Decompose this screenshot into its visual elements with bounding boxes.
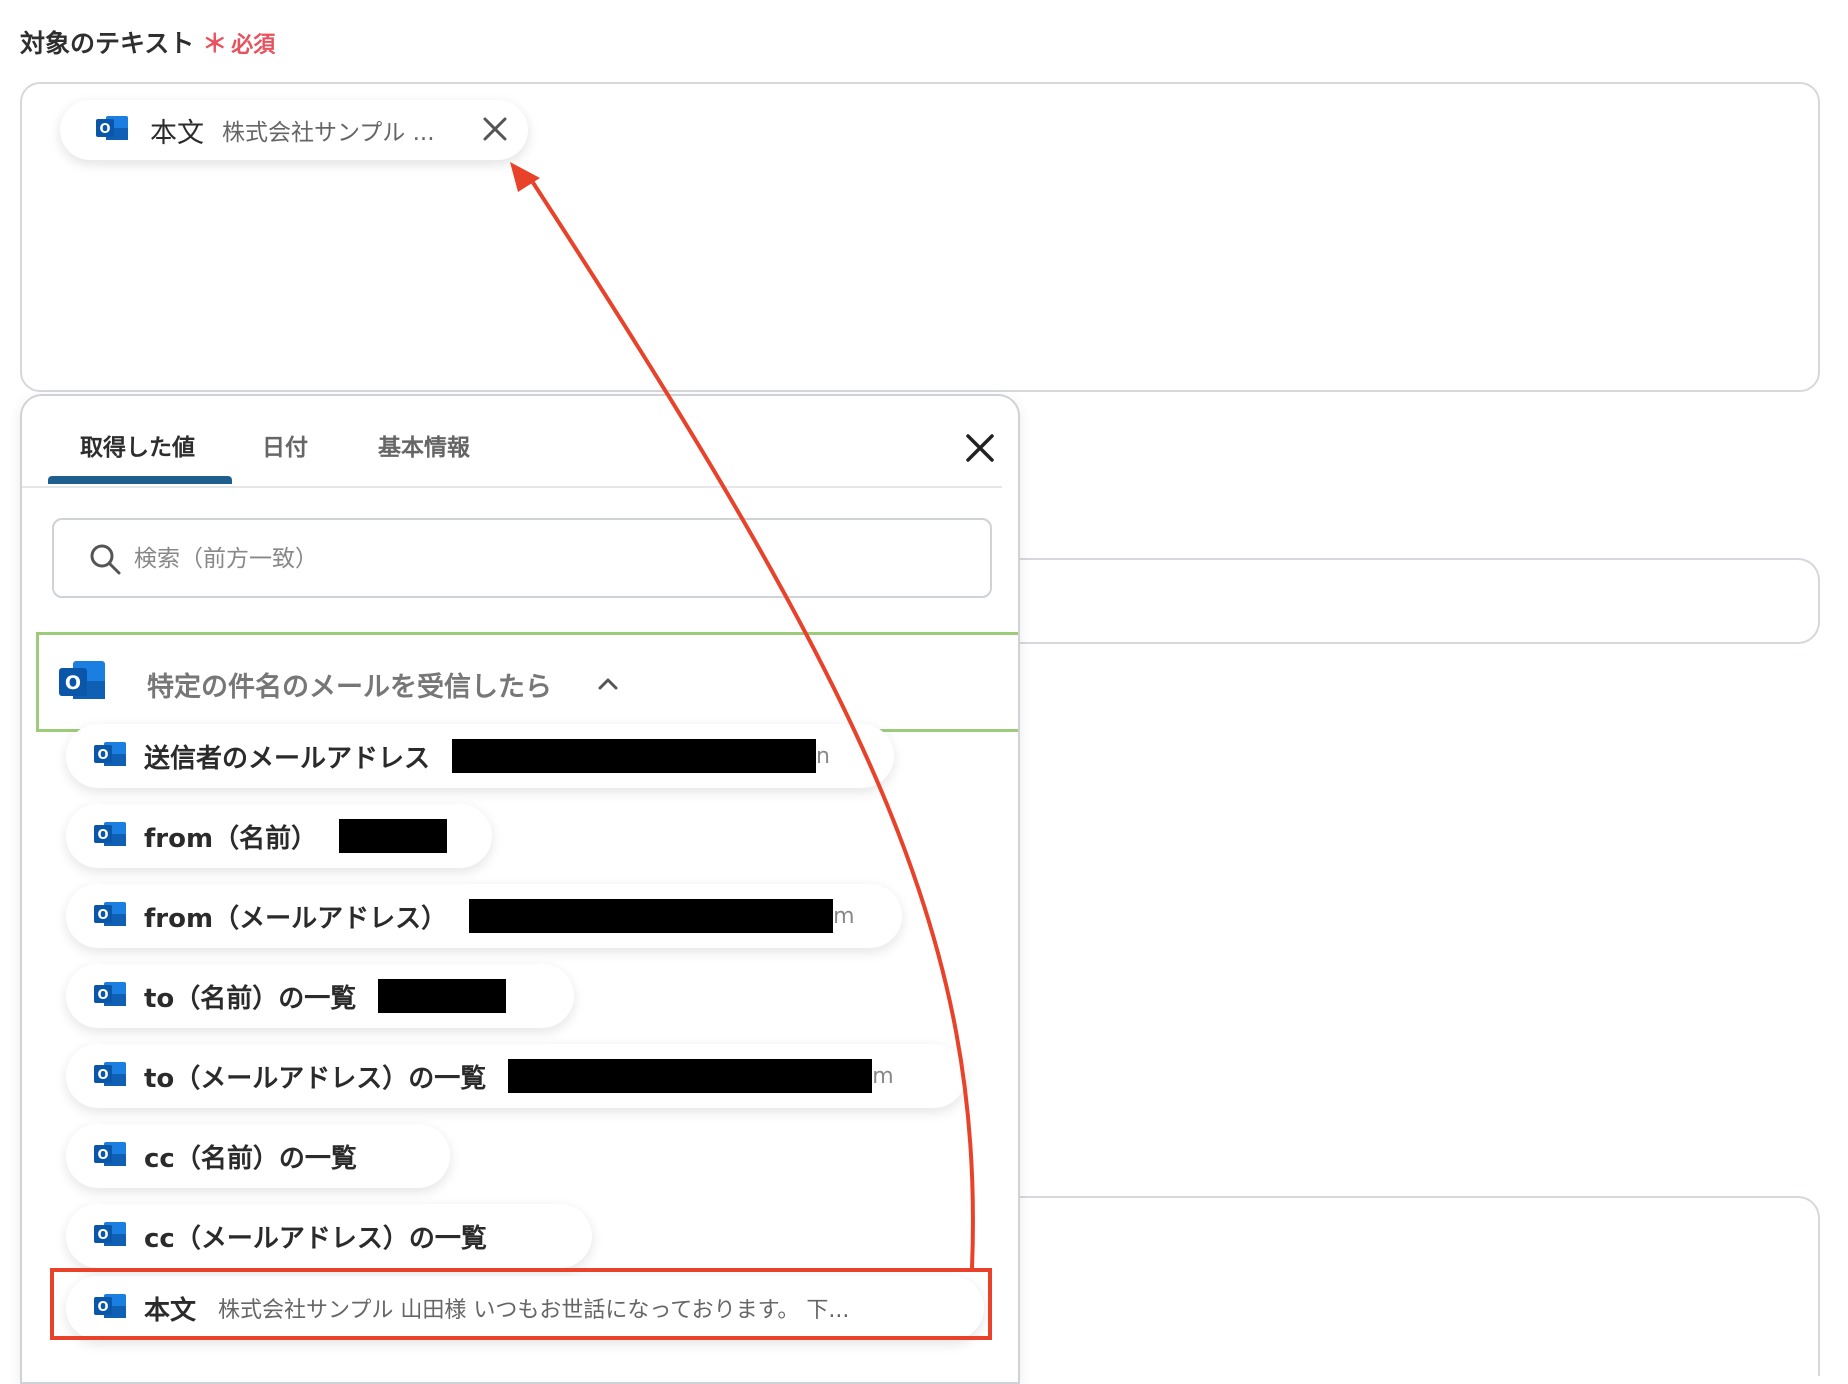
background-field[interactable] [1010,1196,1820,1376]
svg-text:O: O [99,122,110,137]
search-box[interactable] [52,518,992,598]
tab-retrieved-values[interactable]: 取得した値 [80,428,195,462]
chevron-up-icon[interactable] [595,671,621,697]
highlight-box [50,1268,992,1340]
item-label: cc（名前）の一覧 [144,1143,357,1174]
outlook-icon: O [94,819,128,853]
chip-key: 本文 [150,117,204,149]
background-field[interactable] [1010,558,1820,644]
redacted-value [452,739,817,773]
field-label: 対象のテキスト＊必須 [20,24,275,60]
group-title: 特定の件名のメールを受信したら [147,672,552,703]
item-label: to（メールアドレス）の一覧 [144,1063,487,1094]
close-icon[interactable] [478,112,512,146]
chip-value: 株式会社サンプル ... [222,120,435,146]
svg-text:O: O [97,1228,108,1243]
item-label: 送信者のメールアドレス [144,743,431,774]
item-tail: m [872,1063,894,1089]
redacted-value [339,819,448,853]
tab-date[interactable]: 日付 [262,428,308,462]
outlook-icon: O [59,659,107,709]
outlook-icon: O [94,1059,128,1093]
redacted-value [469,899,834,933]
redacted-value [508,1059,873,1093]
list-item[interactable]: O from（メールアドレス） m [66,884,902,948]
required-text: 必須 [231,33,276,58]
active-tab-indicator [48,476,232,484]
list-item[interactable]: O 送信者のメールアドレス n [66,724,894,788]
tab-bar: 取得した値 日付 基本情報 [22,396,1002,488]
close-icon[interactable] [960,428,1000,468]
item-label: from（名前） [144,823,318,854]
list-item[interactable]: O cc（メールアドレス）の一覧 [66,1204,592,1268]
item-tail: m [833,903,855,929]
outlook-icon: O [94,1139,128,1173]
tab-basic-info[interactable]: 基本情報 [378,428,470,462]
svg-text:O: O [65,672,81,694]
search-input[interactable] [132,534,936,584]
svg-text:O: O [97,828,108,843]
list-item[interactable]: O to（メールアドレス）の一覧 m [66,1044,966,1108]
outlook-icon: O [94,899,128,933]
selected-value-chip[interactable]: O 本文 株式会社サンプル ... [60,100,528,160]
svg-text:O: O [97,748,108,763]
svg-text:O: O [97,1148,108,1163]
search-icon [88,542,122,576]
outlook-icon: O [94,979,128,1013]
list-item[interactable]: O to（名前）の一覧 [66,964,574,1028]
required-star: ＊ [202,29,228,58]
outlook-icon: O [96,113,130,147]
item-label: cc（メールアドレス）の一覧 [144,1223,487,1254]
svg-text:O: O [97,1068,108,1083]
list-item[interactable]: O from（名前） [66,804,492,868]
svg-text:O: O [97,908,108,923]
list-item[interactable]: O cc（名前）の一覧 [66,1124,450,1188]
outlook-icon: O [94,1219,128,1253]
item-tail: n [816,743,830,769]
outlook-icon: O [94,739,128,773]
trigger-group-header[interactable]: O 特定の件名のメールを受信したら [36,632,1018,732]
redacted-value [378,979,507,1013]
svg-text:O: O [97,988,108,1003]
item-label: from（メールアドレス） [144,903,448,934]
field-label-text: 対象のテキスト [20,29,195,58]
item-label: to（名前）の一覧 [144,983,357,1014]
